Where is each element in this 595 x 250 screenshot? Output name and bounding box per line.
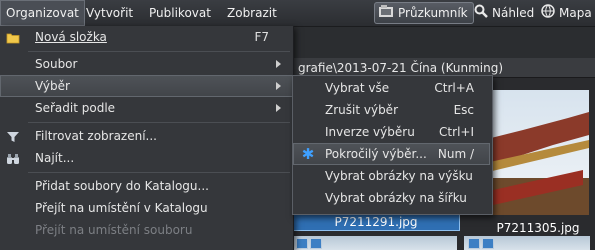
organize-menu: Nová složka F7 Soubor Výběr Seřadit podl… [0,26,294,250]
menu-item-label: Přidat soubory do Katalogu... [35,179,209,193]
submenu-item-label: Vybrat obrázky na výšku [325,169,473,183]
view-preview-button[interactable]: Náhled [470,2,540,24]
menu-vytvorit[interactable]: Vytvořit [80,0,139,26]
menu-item-label: Najít... [35,151,75,165]
menu-bar: Organizovat Vytvořit Publikovat Zobrazit… [0,0,595,27]
menu-item-go-to-catalog-location[interactable]: Přejít na umístění v Katalogu [0,197,293,219]
selection-submenu: Vybrat vše Ctrl+A Zrušit výběr Esc Inver… [292,75,493,215]
menu-item-find[interactable]: Najít... [0,147,293,169]
menu-item-label: Přejít na umístění souboru [35,223,193,237]
shortcut-label: Ctrl+I [439,125,474,139]
submenu-item-select-landscape[interactable]: Vybrat obrázky na šířku [293,187,490,209]
shortcut-label: F7 [254,30,269,44]
submenu-item-advanced-selection[interactable]: ✱ Pokročilý výběr... Num / [293,143,490,165]
photo-badge-icon [296,238,308,249]
menu-item-go-to-file-location[interactable]: Přejít na umístění souboru [0,219,293,241]
menu-item-label: Filtrovat zobrazení... [35,129,157,143]
submenu-item-select-portrait[interactable]: Vybrat obrázky na výšku [293,165,490,187]
submenu-item-label: Vybrat obrázky na šířku [325,191,467,205]
submenu-item-label: Pokročilý výběr... [325,147,427,161]
menu-item-label: Přejít na umístění v Katalogu [35,201,208,215]
folder-icon [6,30,20,44]
info-badge-icon [482,238,494,249]
menu-item-new-folder[interactable]: Nová složka F7 [0,26,293,48]
shortcut-label: Num / [437,147,474,161]
thumbnail-caption: P7211305.jpg [496,221,580,235]
menu-item-file[interactable]: Soubor [0,53,293,75]
menu-separator [28,122,290,123]
menu-item-label: Seřadit podle [35,101,116,115]
menu-zobrazit[interactable]: Zobrazit [221,0,283,26]
shortcut-label: Ctrl+A [434,81,474,95]
submenu-arrow-icon [276,60,281,68]
submenu-item-label: Inverze výběru [325,125,415,139]
magnifier-icon [474,3,488,25]
menu-item-label: Nová složka [35,30,107,44]
explorer-icon [378,3,394,25]
globe-icon [541,3,555,25]
menu-item-sort-by[interactable]: Seřadit podle [0,97,293,119]
submenu-item-label: Zrušit výběr [325,103,399,117]
submenu-arrow-icon [276,104,281,112]
asterisk-icon: ✱ [301,145,315,163]
view-map-button[interactable]: Mapa [537,2,595,24]
menu-publikovat[interactable]: Publikovat [143,0,217,26]
menu-item-label: Výběr [35,79,70,93]
shortcut-label: Esc [453,103,474,117]
menu-organizovat[interactable]: Organizovat [0,0,85,26]
menu-item-filter-view[interactable]: Filtrovat zobrazení... [0,125,293,147]
photo-badge-icon [468,238,480,249]
submenu-arrow-icon [276,82,281,90]
binoculars-icon [6,151,20,165]
menu-item-add-to-catalog[interactable]: Přidat soubory do Katalogu... [0,175,293,197]
menu-separator [28,51,290,52]
menu-separator [28,172,290,173]
submenu-item-select-all[interactable]: Vybrat vše Ctrl+A [293,77,490,99]
menu-item-selection[interactable]: Výběr [0,75,293,97]
info-badge-icon [310,238,322,249]
filter-icon [6,129,20,143]
view-explorer-button[interactable]: Průzkumník [374,2,474,24]
submenu-item-invert-selection[interactable]: Inverze výběru Ctrl+I [293,121,490,143]
submenu-item-label: Vybrat vše [325,81,390,95]
menu-item-label: Soubor [35,57,78,71]
submenu-item-deselect[interactable]: Zrušit výběr Esc [293,99,490,121]
